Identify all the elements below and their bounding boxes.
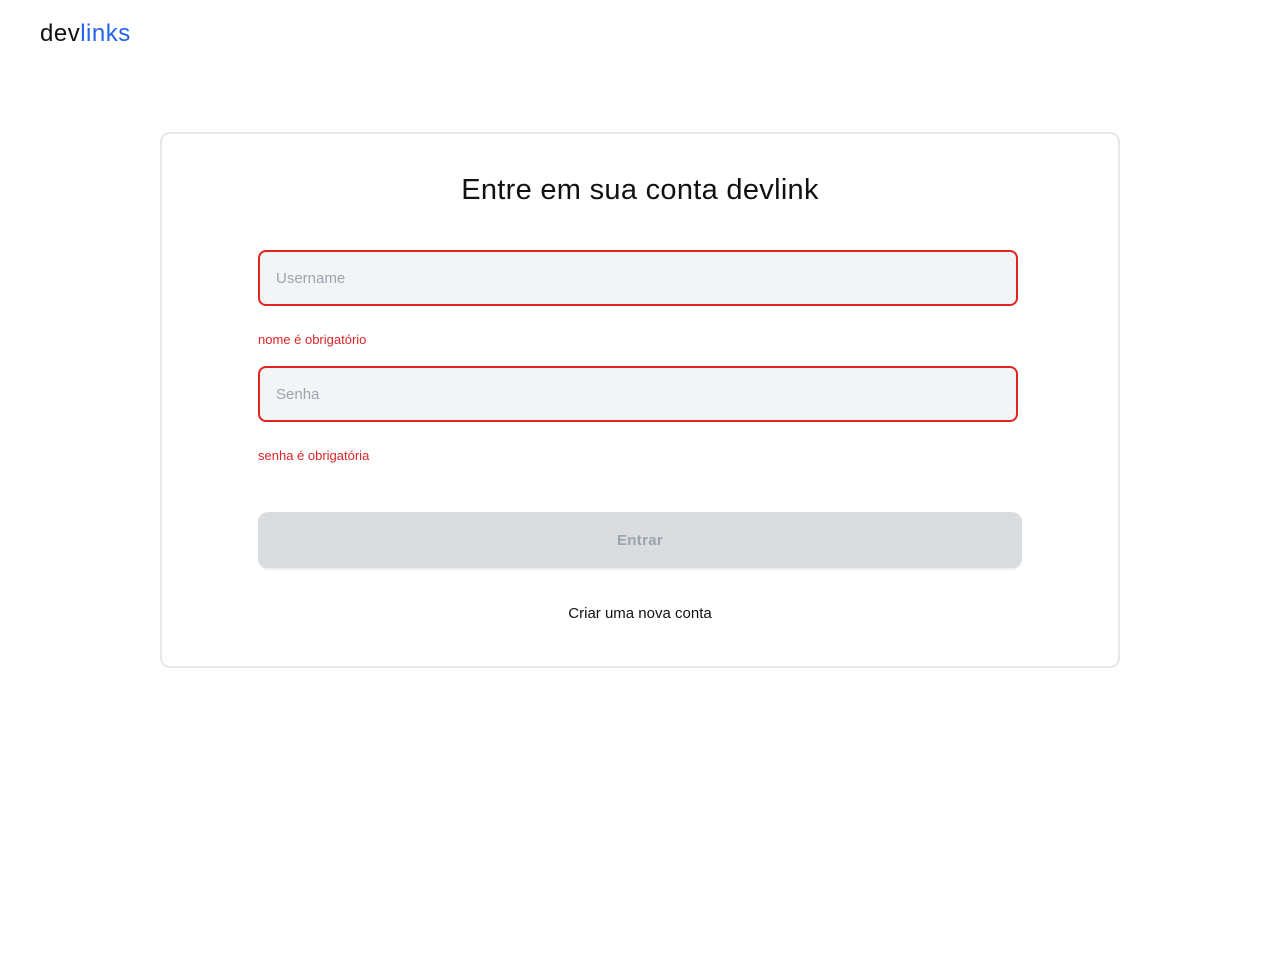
logo-prefix: dev: [40, 20, 81, 47]
username-error: nome é obrigatório: [258, 332, 367, 347]
login-button[interactable]: Entrar: [258, 512, 1022, 568]
login-card: Entre em sua conta devlink nome é obriga…: [160, 132, 1120, 668]
password-error: senha é obrigatória: [258, 448, 370, 463]
page-title: Entre em sua conta devlink: [461, 174, 819, 206]
app-logo[interactable]: devlinks: [40, 20, 131, 48]
username-input[interactable]: [258, 250, 1018, 306]
password-input[interactable]: [258, 366, 1018, 422]
create-account-link[interactable]: Criar uma nova conta: [162, 605, 1118, 622]
logo-suffix: links: [80, 20, 131, 47]
